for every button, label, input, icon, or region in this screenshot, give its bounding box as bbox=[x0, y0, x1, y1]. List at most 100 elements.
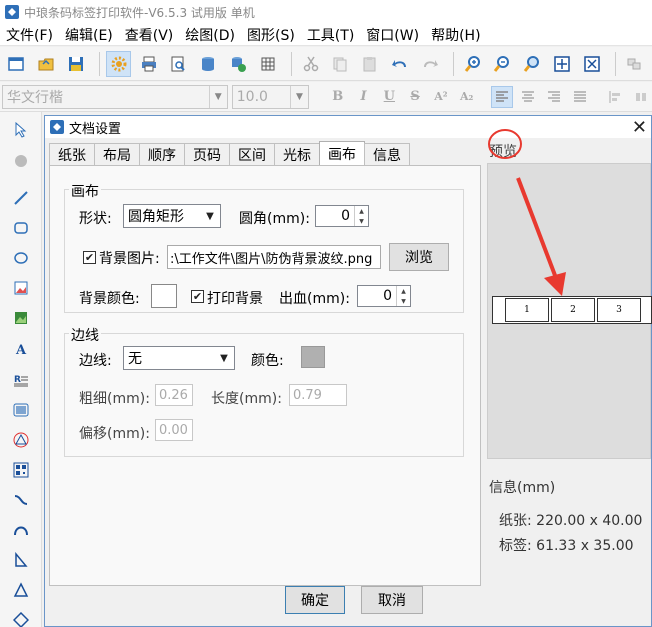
copy-button[interactable] bbox=[328, 51, 353, 77]
tab-order[interactable]: 顺序 bbox=[139, 143, 185, 165]
font-family-select[interactable]: 华文行楷 ▼ bbox=[2, 84, 228, 109]
tab-cursor[interactable]: 光标 bbox=[274, 143, 320, 165]
border-style-select[interactable]: 无 ▼ bbox=[123, 346, 235, 370]
triangle-shape-tool-button[interactable] bbox=[9, 428, 33, 452]
offset-label: 偏移(mm): bbox=[79, 426, 150, 442]
spin-up-icon[interactable]: ▲ bbox=[397, 286, 410, 296]
strikethrough-button[interactable]: S bbox=[404, 86, 426, 108]
text-tool-button[interactable]: A bbox=[9, 338, 33, 362]
zoom-out-button[interactable] bbox=[490, 51, 515, 77]
paste-button[interactable] bbox=[358, 51, 383, 77]
thickness-field[interactable]: 0.26 bbox=[155, 384, 193, 406]
barcode-tool-button[interactable] bbox=[9, 398, 33, 422]
font-size-select[interactable]: 10.0 ▼ bbox=[231, 84, 310, 109]
menu-window[interactable]: 窗口(W) bbox=[360, 25, 425, 45]
ellipse-tool-button[interactable] bbox=[9, 246, 33, 270]
zoom-in-button[interactable] bbox=[460, 51, 485, 77]
shape-select[interactable]: 圆角矩形 ▼ bbox=[123, 204, 221, 228]
background-image-path-field[interactable]: :\工作文件\图片\防伪背景波纹.png bbox=[167, 245, 381, 269]
cancel-button[interactable]: 取消 bbox=[361, 586, 423, 614]
print-preview-button[interactable] bbox=[166, 51, 191, 77]
line-tool-button[interactable] bbox=[9, 186, 33, 210]
curve-tool-button[interactable] bbox=[9, 488, 33, 512]
image-tool-button[interactable] bbox=[9, 276, 33, 300]
menu-draw[interactable]: 绘图(D) bbox=[179, 25, 241, 45]
new-document-button[interactable] bbox=[4, 51, 29, 77]
align-objects-button[interactable] bbox=[604, 86, 626, 108]
border-color-label: 颜色: bbox=[251, 353, 284, 369]
select-tool-button[interactable] bbox=[9, 118, 33, 142]
menu-edit[interactable]: 编辑(E) bbox=[59, 25, 119, 45]
rounded-rect-tool-button[interactable] bbox=[9, 216, 33, 240]
tab-layout[interactable]: 布局 bbox=[94, 143, 140, 165]
cut-button[interactable] bbox=[298, 51, 323, 77]
superscript-button[interactable]: A² bbox=[430, 86, 452, 108]
rich-text-tool-button[interactable]: R bbox=[9, 368, 33, 392]
bleed-stepper[interactable]: 0 ▲ ▼ bbox=[357, 285, 411, 307]
open-button[interactable] bbox=[34, 51, 59, 77]
border-color-swatch[interactable] bbox=[301, 346, 325, 368]
menu-file[interactable]: 文件(F) bbox=[0, 25, 59, 45]
align-left-button[interactable] bbox=[491, 85, 514, 108]
image-library-tool-button[interactable] bbox=[9, 306, 33, 330]
database-button[interactable] bbox=[196, 51, 221, 77]
align-right-button[interactable] bbox=[543, 86, 565, 108]
paper-size-info: 纸张: 220.00 x 40.00 bbox=[499, 513, 643, 529]
tab-range[interactable]: 区间 bbox=[229, 143, 275, 165]
subscript-button[interactable]: A₂ bbox=[456, 86, 478, 108]
label-cell: 2 bbox=[551, 298, 595, 322]
font-family-value: 华文行楷 bbox=[7, 89, 63, 106]
background-image-checkbox[interactable]: ✔ bbox=[83, 251, 96, 264]
triangle-tool-button[interactable] bbox=[9, 578, 33, 602]
undo-button[interactable] bbox=[388, 51, 413, 77]
tab-paper[interactable]: 纸张 bbox=[49, 143, 95, 165]
grid-button[interactable] bbox=[255, 51, 280, 77]
align-center-button[interactable] bbox=[517, 86, 539, 108]
arc-tool-button[interactable] bbox=[9, 518, 33, 542]
toolbar-divider bbox=[615, 51, 617, 76]
offset-field[interactable]: 0.00 bbox=[155, 419, 193, 441]
radius-stepper[interactable]: 0 ▲ ▼ bbox=[315, 205, 369, 227]
length-field[interactable]: 0.79 bbox=[289, 384, 347, 406]
bold-button[interactable]: B bbox=[327, 86, 349, 108]
offset-value: 0.00 bbox=[159, 422, 188, 438]
copy-icon bbox=[333, 57, 347, 71]
diamond-tool-button[interactable] bbox=[9, 608, 33, 627]
database-settings-button[interactable] bbox=[226, 51, 251, 77]
menu-tools[interactable]: 工具(T) bbox=[301, 25, 360, 45]
fit-width-button[interactable] bbox=[579, 51, 604, 77]
cursor-arrow-icon bbox=[15, 122, 27, 138]
hand-tool-button[interactable] bbox=[9, 148, 33, 172]
tab-canvas[interactable]: 画布 bbox=[319, 141, 365, 165]
dialog-title: 文档设置 bbox=[69, 121, 122, 137]
zoom-actual-button[interactable] bbox=[520, 51, 545, 77]
distribute-button[interactable] bbox=[630, 86, 652, 108]
tab-info[interactable]: 信息 bbox=[364, 143, 410, 165]
ok-button[interactable]: 确定 bbox=[285, 586, 345, 614]
menu-view[interactable]: 查看(V) bbox=[119, 25, 180, 45]
polyline-tool-button[interactable] bbox=[9, 548, 33, 572]
tab-page-number[interactable]: 页码 bbox=[184, 143, 230, 165]
paste-icon bbox=[363, 56, 376, 71]
fit-page-button[interactable] bbox=[550, 51, 575, 77]
underline-button[interactable]: U bbox=[378, 86, 400, 108]
browse-button[interactable]: 浏览 bbox=[389, 243, 449, 271]
qrcode-icon bbox=[13, 462, 29, 478]
menu-shape[interactable]: 图形(S) bbox=[241, 25, 301, 45]
group-button[interactable] bbox=[622, 51, 647, 77]
close-icon[interactable]: ✕ bbox=[632, 117, 647, 138]
print-button[interactable] bbox=[136, 51, 161, 77]
document-settings-button[interactable] bbox=[106, 50, 132, 77]
save-button[interactable] bbox=[64, 51, 89, 77]
align-justify-button[interactable] bbox=[569, 86, 591, 108]
spin-up-icon[interactable]: ▲ bbox=[355, 206, 368, 216]
redo-button[interactable] bbox=[417, 51, 442, 77]
qrcode-tool-button[interactable] bbox=[9, 458, 33, 482]
spin-down-icon[interactable]: ▼ bbox=[397, 296, 410, 306]
background-color-picker[interactable] bbox=[151, 284, 177, 308]
print-background-checkbox[interactable]: ✔ bbox=[191, 290, 204, 303]
undo-icon bbox=[391, 59, 406, 67]
italic-button[interactable]: I bbox=[353, 86, 375, 108]
spin-down-icon[interactable]: ▼ bbox=[355, 216, 368, 226]
menu-help[interactable]: 帮助(H) bbox=[425, 25, 486, 45]
